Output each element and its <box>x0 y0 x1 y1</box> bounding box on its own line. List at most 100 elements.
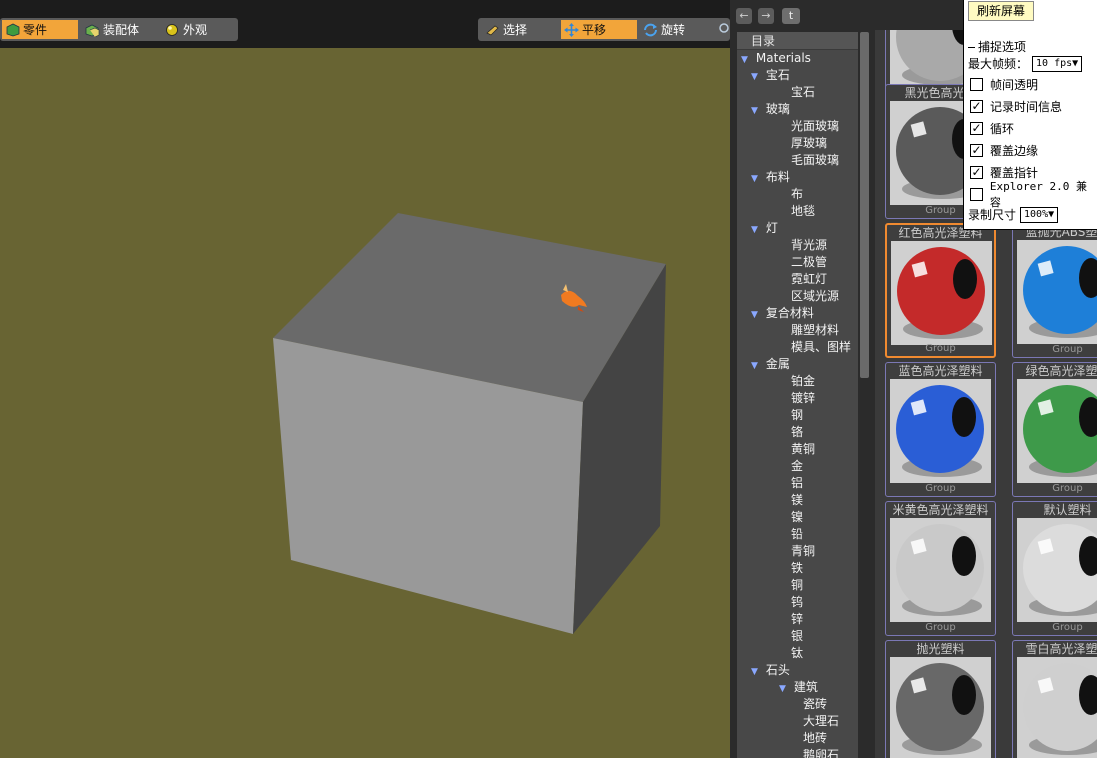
material-thumbnail[interactable]: 蓝色高光泽塑料 Group <box>885 362 996 497</box>
tree-item[interactable]: ▼ 石头 <box>751 662 790 679</box>
expand-triangle-icon[interactable]: ▼ <box>751 106 758 116</box>
expand-triangle-icon[interactable]: ▼ <box>751 225 758 235</box>
capture-option[interactable]: 帧间透明 <box>970 76 1038 92</box>
tree-item[interactable]: 金 <box>791 458 803 475</box>
parts-label: 零件 <box>23 23 48 37</box>
material-sphere-preview <box>1017 379 1097 483</box>
tree-item[interactable]: ▼ 灯 <box>751 220 778 237</box>
tree-item-label: 钢 <box>791 408 804 422</box>
capture-option[interactable]: ✓ 覆盖边缘 <box>970 142 1038 158</box>
tree-item[interactable]: 镀锌 <box>791 390 815 407</box>
tree-item[interactable]: 黄铜 <box>791 441 815 458</box>
tree-item[interactable]: ▼ 金属 <box>751 356 790 373</box>
material-thumbnail[interactable]: 蓝抛光ABS塑料Group <box>1012 223 1097 358</box>
tree-item[interactable]: 厚玻璃 <box>791 135 827 152</box>
app-window: 零件 装配体 外观 选择 平移 旋转 ← → t 目录 ▼ Materials … <box>0 0 1097 758</box>
assembly-label: 装配体 <box>103 23 140 37</box>
select-button[interactable]: 选择 <box>482 20 558 39</box>
expand-triangle-icon[interactable]: ▼ <box>741 55 748 65</box>
option-checkbox[interactable]: ✓ <box>970 121 983 135</box>
cube-model[interactable] <box>0 48 730 758</box>
tree-item[interactable]: ▼ 建筑 <box>779 679 818 696</box>
capture-option[interactable]: Explorer 2.0 兼容 <box>970 180 1097 209</box>
material-thumbnail[interactable]: 绿色高光泽塑料 Group <box>1012 362 1097 497</box>
material-thumbnail[interactable]: 雪白高光泽塑料 <box>1012 640 1097 758</box>
tree-item[interactable]: 铂金 <box>791 373 815 390</box>
tree-item[interactable]: 铁 <box>791 560 803 577</box>
back-button[interactable]: ← <box>736 8 752 24</box>
tree-item[interactable]: 钢 <box>791 407 803 424</box>
tree-item[interactable]: 雕塑材料 <box>791 322 839 339</box>
tree-item[interactable]: 霓虹灯 <box>791 271 827 288</box>
material-thumbnail[interactable]: 抛光塑料 <box>885 640 996 758</box>
option-checkbox[interactable] <box>970 187 983 201</box>
forward-button[interactable]: → <box>758 8 774 24</box>
tree-item[interactable]: 钨 <box>791 594 803 611</box>
3d-viewport[interactable] <box>0 48 730 758</box>
material-thumbnail[interactable]: 红色高光泽塑料 Group <box>885 223 996 358</box>
tree-item[interactable]: ▼ 复合材料 <box>751 305 814 322</box>
tree-item[interactable]: 毛面玻璃 <box>791 152 839 169</box>
tree-item[interactable]: 镁 <box>791 492 803 509</box>
tree-item[interactable]: ▼ 宝石 <box>751 67 790 84</box>
tree-item[interactable]: 瓷砖 <box>803 696 827 713</box>
size-label: 录制尺寸 <box>968 208 1017 222</box>
expand-triangle-icon[interactable]: ▼ <box>751 310 758 320</box>
tree-item[interactable]: 区域光源 <box>791 288 839 305</box>
tree-item[interactable]: 铬 <box>791 424 803 441</box>
capture-option[interactable]: ✓ 记录时间信息 <box>970 98 1062 114</box>
tree-item-label: 宝石 <box>765 68 790 82</box>
tree-item-label: 锌 <box>791 612 804 626</box>
tree-item[interactable]: ▼ 布料 <box>751 169 790 186</box>
thumbnail-title: 米黄色高光泽塑料 <box>892 503 989 517</box>
up-button[interactable]: t <box>782 8 800 24</box>
option-checkbox[interactable] <box>970 77 983 91</box>
expand-triangle-icon[interactable]: ▼ <box>751 667 758 677</box>
tree-scrollbar[interactable] <box>860 32 869 378</box>
tree-item[interactable]: 宝石 <box>791 84 815 101</box>
zoom-icon[interactable] <box>718 22 730 36</box>
material-thumbnail[interactable]: 默认塑料 Group <box>1012 501 1097 636</box>
refresh-screen-button[interactable]: 刷新屏幕 <box>968 1 1034 21</box>
tree-item[interactable]: 鹅卵石 <box>803 747 839 758</box>
select-icon <box>485 23 500 37</box>
option-checkbox[interactable]: ✓ <box>970 99 983 113</box>
expand-triangle-icon[interactable]: ▼ <box>751 361 758 371</box>
tree-item[interactable]: ▼ 玻璃 <box>751 101 790 118</box>
fps-select[interactable]: 10 fps▼ <box>1032 55 1083 72</box>
expand-triangle-icon[interactable]: ▼ <box>779 684 786 694</box>
tree-item[interactable]: 地砖 <box>803 730 827 747</box>
capture-option[interactable]: ✓ 循环 <box>970 120 1014 136</box>
tree-item[interactable]: 铅 <box>791 526 803 543</box>
pan-button[interactable]: 平移 <box>561 20 637 39</box>
tree-item-label: 光面玻璃 <box>791 119 840 133</box>
tree-item[interactable]: 银 <box>791 628 803 645</box>
tree-item[interactable]: 钛 <box>791 645 803 662</box>
tree-item[interactable]: 背光源 <box>791 237 827 254</box>
tree-item[interactable]: ▼ Materials <box>741 50 811 67</box>
option-checkbox[interactable]: ✓ <box>970 143 983 157</box>
appearance-button[interactable]: 外观 <box>162 20 232 39</box>
expand-triangle-icon[interactable]: ▼ <box>751 174 758 184</box>
assembly-button[interactable]: 装配体 <box>82 20 162 39</box>
thumbnail-group-label: Group <box>1052 483 1083 494</box>
tree-item-label: 铝 <box>791 476 804 490</box>
tree-item[interactable]: 光面玻璃 <box>791 118 839 135</box>
tree-item-label: 建筑 <box>793 680 818 694</box>
tree-item[interactable]: 模具、图样 <box>791 339 851 356</box>
tree-item[interactable]: 大理石 <box>803 713 839 730</box>
tree-item[interactable]: 锌 <box>791 611 803 628</box>
rotate-button[interactable]: 旋转 <box>640 20 714 39</box>
tree-item[interactable]: 镍 <box>791 509 803 526</box>
size-select[interactable]: 100%▼ <box>1020 206 1059 223</box>
parts-button[interactable]: 零件 <box>2 20 78 39</box>
tree-item[interactable]: 铝 <box>791 475 803 492</box>
material-thumbnail[interactable]: 米黄色高光泽塑料 Group <box>885 501 996 636</box>
tree-item[interactable]: 青铜 <box>791 543 815 560</box>
tree-item[interactable]: 二极管 <box>791 254 827 271</box>
tree-item[interactable]: 地毯 <box>791 203 815 220</box>
option-checkbox[interactable]: ✓ <box>970 165 983 179</box>
tree-item[interactable]: 布 <box>791 186 803 203</box>
tree-item[interactable]: 铜 <box>791 577 803 594</box>
expand-triangle-icon[interactable]: ▼ <box>751 72 758 82</box>
